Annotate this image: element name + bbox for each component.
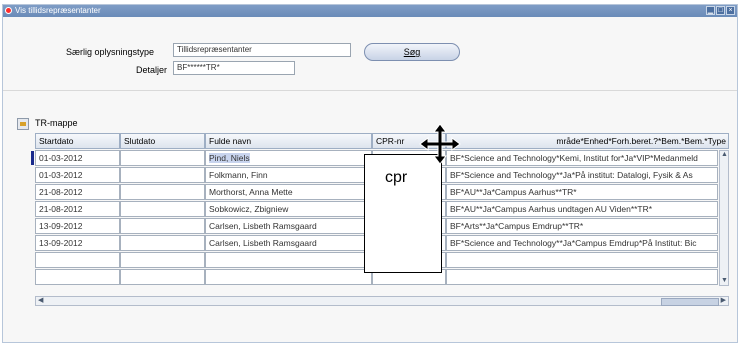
- window-controls: ▁ □ ×: [706, 6, 735, 15]
- details-label: Detaljer: [136, 65, 168, 75]
- table-cell-name[interactable]: Folkmann, Finn: [205, 167, 372, 183]
- vertical-scrollbar[interactable]: ▲ ▼: [719, 150, 729, 286]
- table-cell-name[interactable]: Pind, Niels: [205, 150, 372, 166]
- table-cell-start[interactable]: 01-03-2012: [35, 150, 120, 166]
- table-cell-desc[interactable]: [446, 269, 718, 285]
- table-cell-start[interactable]: 01-03-2012: [35, 167, 120, 183]
- window-title: Vis tillidsrepræsentanter: [15, 6, 101, 15]
- move-cursor-icon: [419, 123, 461, 165]
- search-button-label: Søg: [403, 47, 421, 57]
- scroll-thumb[interactable]: [661, 298, 719, 306]
- divider: [3, 90, 737, 91]
- table-cell-end[interactable]: [120, 167, 205, 183]
- col-header-fulde-navn[interactable]: Fulde navn: [205, 133, 372, 149]
- app-window: Vis tillidsrepræsentanter ▁ □ × Særlig o…: [2, 4, 738, 343]
- col-header-slutdato[interactable]: Slutdato: [120, 133, 205, 149]
- search-button[interactable]: Søg: [364, 43, 460, 61]
- table-cell-desc[interactable]: [446, 252, 718, 268]
- scroll-right-icon[interactable]: ▶: [721, 297, 726, 305]
- table-cell-desc[interactable]: BF*Science and Technology*Kemi, Institut…: [446, 150, 718, 166]
- section-title: TR-mappe: [35, 118, 78, 128]
- folder-icon[interactable]: [17, 118, 29, 130]
- table-cell-name[interactable]: [205, 269, 372, 285]
- type-label: Særlig oplysningstype: [66, 47, 155, 57]
- table-cell-start[interactable]: [35, 269, 120, 285]
- maximize-icon[interactable]: □: [716, 6, 725, 15]
- table-cell-start[interactable]: 21-08-2012: [35, 201, 120, 217]
- title-bar: Vis tillidsrepræsentanter ▁ □ ×: [3, 5, 737, 17]
- selected-name: Pind, Niels: [209, 153, 250, 163]
- table-cell-name[interactable]: [205, 252, 372, 268]
- scroll-up-icon[interactable]: ▲: [721, 151, 728, 159]
- table-cell-end[interactable]: [120, 252, 205, 268]
- app-icon: [5, 7, 12, 14]
- horizontal-scrollbar[interactable]: ◀ ▶: [35, 296, 729, 306]
- table-cell-end[interactable]: [120, 201, 205, 217]
- table-cell-end[interactable]: [120, 218, 205, 234]
- table-cell-desc[interactable]: BF*AU**Ja*Campus Aarhus undtagen AU Vide…: [446, 201, 718, 217]
- table-cell-end[interactable]: [120, 269, 205, 285]
- minimize-icon[interactable]: ▁: [706, 6, 715, 15]
- table-cell-start[interactable]: 13-09-2012: [35, 235, 120, 251]
- cpr-annotation-box: cpr: [364, 154, 442, 273]
- table-cell-end[interactable]: [120, 150, 205, 166]
- close-icon[interactable]: ×: [726, 6, 735, 15]
- table-cell-name[interactable]: Morthorst, Anna Mette: [205, 184, 372, 200]
- table-cell-desc[interactable]: BF*Science and Technology**Ja*Campus Emd…: [446, 235, 718, 251]
- row-marker: [31, 151, 34, 165]
- table-cell-start[interactable]: [35, 252, 120, 268]
- type-field[interactable]: Tillidsrepræsentanter: [173, 43, 351, 57]
- col-header-startdato[interactable]: Startdato: [35, 133, 120, 149]
- table-cell-end[interactable]: [120, 184, 205, 200]
- table-cell-name[interactable]: Sobkowicz, Zbigniew: [205, 201, 372, 217]
- col-header-details[interactable]: mråde*Enhed*Forh.beret.?*Bem.*Bem.*Type: [446, 133, 729, 149]
- table-cell-name[interactable]: Carlsen, Lisbeth Ramsgaard: [205, 218, 372, 234]
- table-cell-start[interactable]: 13-09-2012: [35, 218, 120, 234]
- scroll-left-icon[interactable]: ◀: [38, 297, 43, 305]
- table-cell-end[interactable]: [120, 235, 205, 251]
- table-cell-desc[interactable]: BF*AU**Ja*Campus Aarhus**TR*: [446, 184, 718, 200]
- table-cell-desc[interactable]: BF*Arts**Ja*Campus Emdrup**TR*: [446, 218, 718, 234]
- cpr-annotation-label: cpr: [385, 169, 408, 186]
- table-cell-start[interactable]: 21-08-2012: [35, 184, 120, 200]
- details-field[interactable]: BF******TR*: [173, 61, 295, 75]
- scroll-down-icon[interactable]: ▼: [721, 277, 728, 285]
- table-cell-name[interactable]: Carlsen, Lisbeth Ramsgaard: [205, 235, 372, 251]
- table-cell-desc[interactable]: BF*Science and Technology**Ja*På institu…: [446, 167, 718, 183]
